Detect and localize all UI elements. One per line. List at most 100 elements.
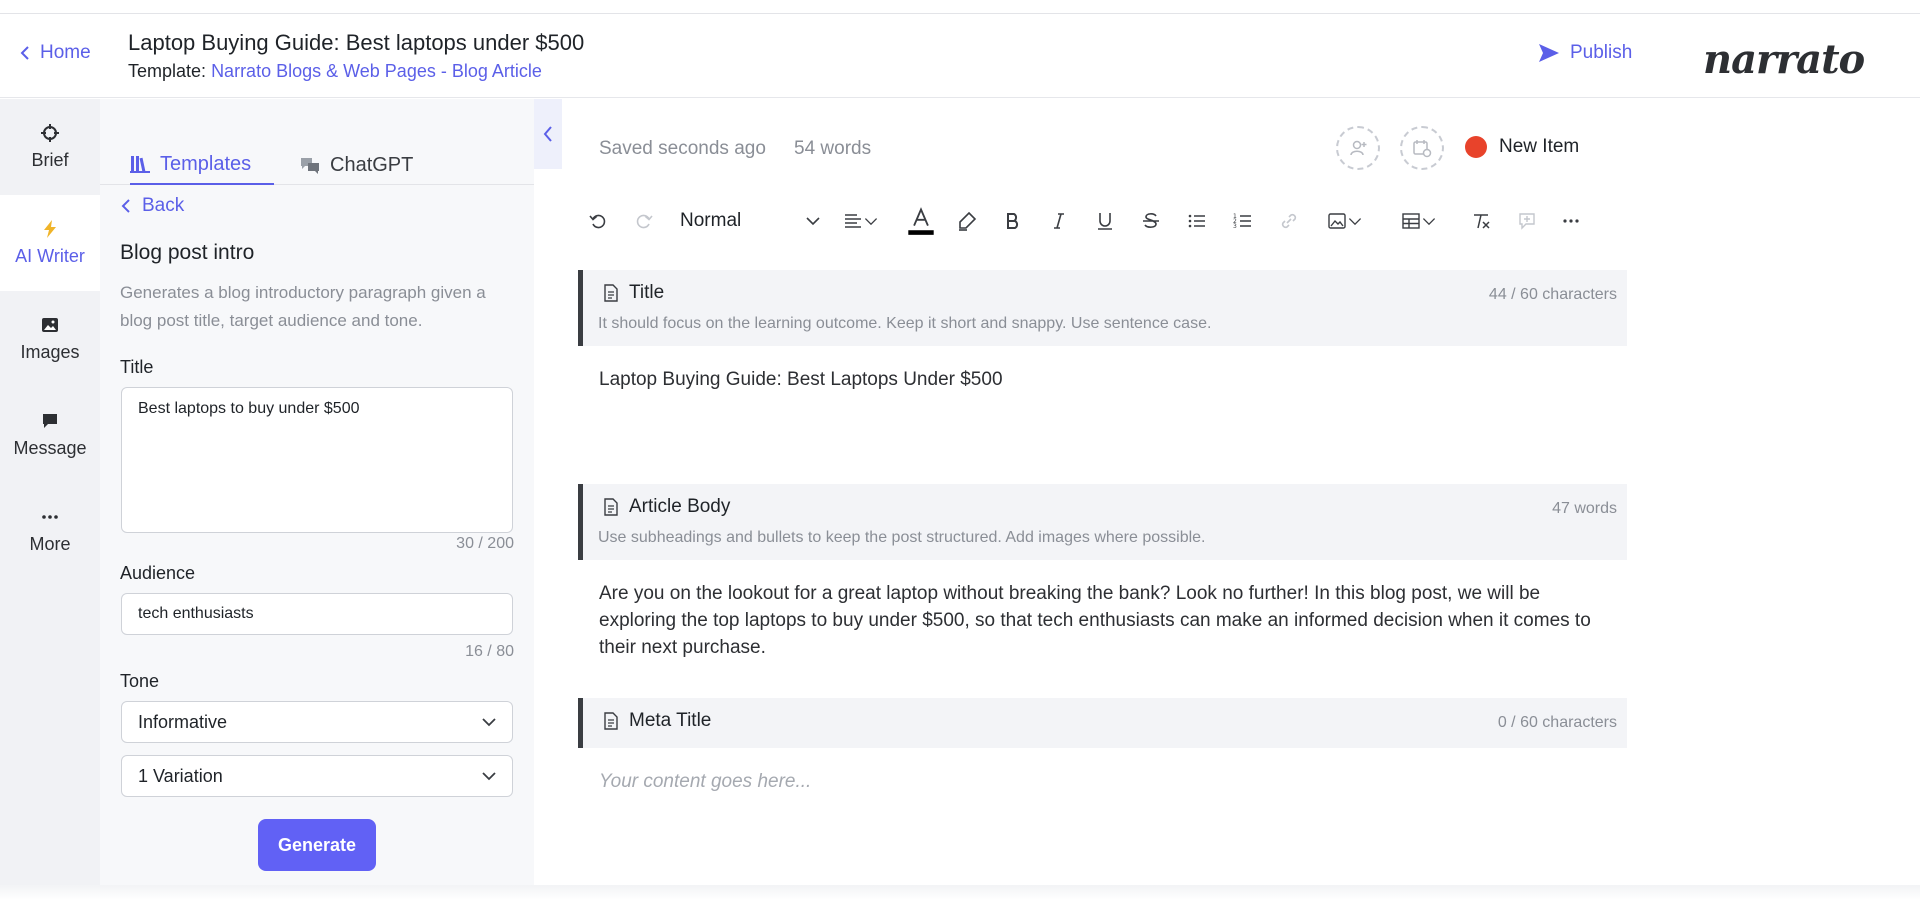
set-due-date-button[interactable] (1400, 126, 1444, 170)
bold-button[interactable] (1000, 206, 1026, 236)
section-hint: It should focus on the learning outcome.… (598, 315, 1212, 332)
title-textarea[interactable]: Best laptops to buy under $500 (121, 387, 513, 533)
variation-value: 1 Variation (138, 765, 223, 786)
numbered-list-button[interactable]: 123 (1230, 206, 1256, 236)
section-title-label: Article Body (603, 496, 730, 518)
back-label: Back (142, 195, 185, 216)
font-color-button[interactable] (906, 206, 936, 236)
redo-icon (636, 214, 653, 229)
clear-formatting-icon (1474, 214, 1490, 229)
rail-item-images[interactable]: Images (0, 291, 100, 387)
template-prefix: Template: (128, 61, 207, 81)
audience-input[interactable] (121, 593, 513, 635)
title-label: Title (120, 357, 154, 377)
bullet-list-button[interactable] (1184, 206, 1210, 236)
back-link[interactable]: Back (120, 195, 184, 217)
narrato-logo: narrato (1703, 36, 1865, 83)
table-icon (1402, 213, 1420, 229)
template-link[interactable]: Narrato Blogs & Web Pages - Blog Article (211, 61, 542, 81)
publish-button[interactable]: Publish (1538, 42, 1632, 64)
section-title-label: Meta Title (603, 710, 711, 732)
rail-item-more[interactable]: More (0, 483, 100, 579)
numbered-list-icon: 123 (1233, 213, 1251, 230)
bottom-edge (0, 885, 1920, 900)
insert-table-select[interactable] (1394, 206, 1444, 236)
word-count: 54 words (794, 138, 872, 159)
image-icon (42, 317, 58, 332)
chevron-left-icon (121, 199, 130, 213)
strikethrough-button[interactable] (1138, 206, 1164, 236)
rail-item-brief[interactable]: Brief (0, 99, 100, 195)
section-count: 0 / 60 characters (1497, 714, 1617, 731)
chat-icon (43, 413, 57, 428)
chevron-down-icon (864, 218, 878, 226)
align-select[interactable] (836, 206, 886, 236)
more-options-button[interactable] (1558, 206, 1584, 236)
strikethrough-icon (1143, 213, 1159, 228)
tone-label: Tone (120, 671, 160, 691)
clear-formatting-button[interactable] (1468, 206, 1494, 236)
highlight-button[interactable] (954, 206, 980, 236)
section-count: 44 / 60 characters (1488, 286, 1617, 303)
template-info: Template: Narrato Blogs & Web Pages - Bl… (128, 61, 542, 82)
comment-icon (1519, 213, 1535, 230)
section-name: Article Body (629, 496, 731, 517)
chevron-left-icon (20, 46, 29, 60)
document-icon (604, 712, 618, 730)
section-title-header: Title It should focus on the learning ou… (578, 270, 1627, 346)
collapse-panel-button[interactable] (534, 99, 562, 169)
highlighter-icon (959, 211, 977, 231)
audience-counter: 16 / 80 (465, 643, 514, 660)
home-label: Home (40, 42, 91, 63)
paragraph-style-select[interactable]: Normal (680, 206, 820, 236)
ai-writer-panel: Templates ChatGPT Back Blog post intro G… (100, 99, 534, 885)
document-icon (604, 284, 618, 302)
svg-text:3: 3 (1233, 223, 1237, 230)
underline-icon (1098, 213, 1112, 230)
underline-button[interactable] (1092, 206, 1118, 236)
add-comment-button[interactable] (1514, 206, 1540, 236)
publish-label: Publish (1570, 42, 1633, 63)
tab-label: Templates (160, 152, 252, 175)
bullet-list-icon (1188, 214, 1205, 228)
rail-item-ai-writer[interactable]: AI Writer (0, 195, 100, 291)
app-header: Home Laptop Buying Guide: Best laptops u… (0, 14, 1920, 98)
rail-item-message[interactable]: Message (0, 387, 100, 483)
tab-templates[interactable]: Templates (130, 145, 274, 185)
meta-title-content[interactable]: Your content goes here... (599, 768, 1599, 795)
home-link[interactable]: Home (18, 42, 91, 64)
page-title: Laptop Buying Guide: Best laptops under … (128, 30, 585, 55)
paragraph-style-value: Normal (680, 210, 742, 231)
italic-icon (1054, 213, 1064, 229)
undo-button[interactable] (586, 206, 610, 236)
send-icon (1539, 44, 1559, 62)
rail-label: Message (13, 437, 87, 458)
tone-select[interactable]: Informative (121, 701, 513, 743)
rail-label: Brief (31, 149, 69, 170)
tab-chatgpt[interactable]: ChatGPT (300, 145, 413, 185)
chevron-left-icon (543, 126, 552, 142)
variation-select[interactable]: 1 Variation (121, 755, 513, 797)
assign-user-button[interactable] (1336, 126, 1380, 170)
chevron-down-icon (482, 718, 496, 727)
tone-value: Informative (138, 711, 228, 732)
redo-button[interactable] (632, 206, 656, 236)
article-body-content[interactable]: Are you on the lookout for a great lapto… (599, 580, 1599, 661)
saved-status: Saved seconds ago (599, 138, 766, 159)
template-heading: Blog post intro (120, 241, 255, 264)
insert-image-select[interactable] (1320, 206, 1370, 236)
target-icon (41, 123, 59, 142)
status-new-item[interactable]: New Item (1465, 136, 1579, 158)
title-content[interactable]: Laptop Buying Guide: Best Laptops Under … (599, 366, 1599, 393)
generate-button[interactable]: Generate (258, 819, 376, 871)
left-icon-rail: Brief AI Writer Images Message More (0, 99, 100, 885)
panel-tabs: Templates ChatGPT (100, 99, 534, 185)
bold-icon (1007, 213, 1019, 229)
link-button[interactable] (1276, 206, 1302, 236)
section-meta-title-header: Meta Title 0 / 60 characters (578, 698, 1627, 748)
chevron-down-icon (1348, 218, 1362, 226)
section-hint: Use subheadings and bullets to keep the … (598, 529, 1206, 546)
section-name: Meta Title (629, 710, 712, 731)
italic-button[interactable] (1046, 206, 1072, 236)
rail-label: More (29, 533, 71, 554)
